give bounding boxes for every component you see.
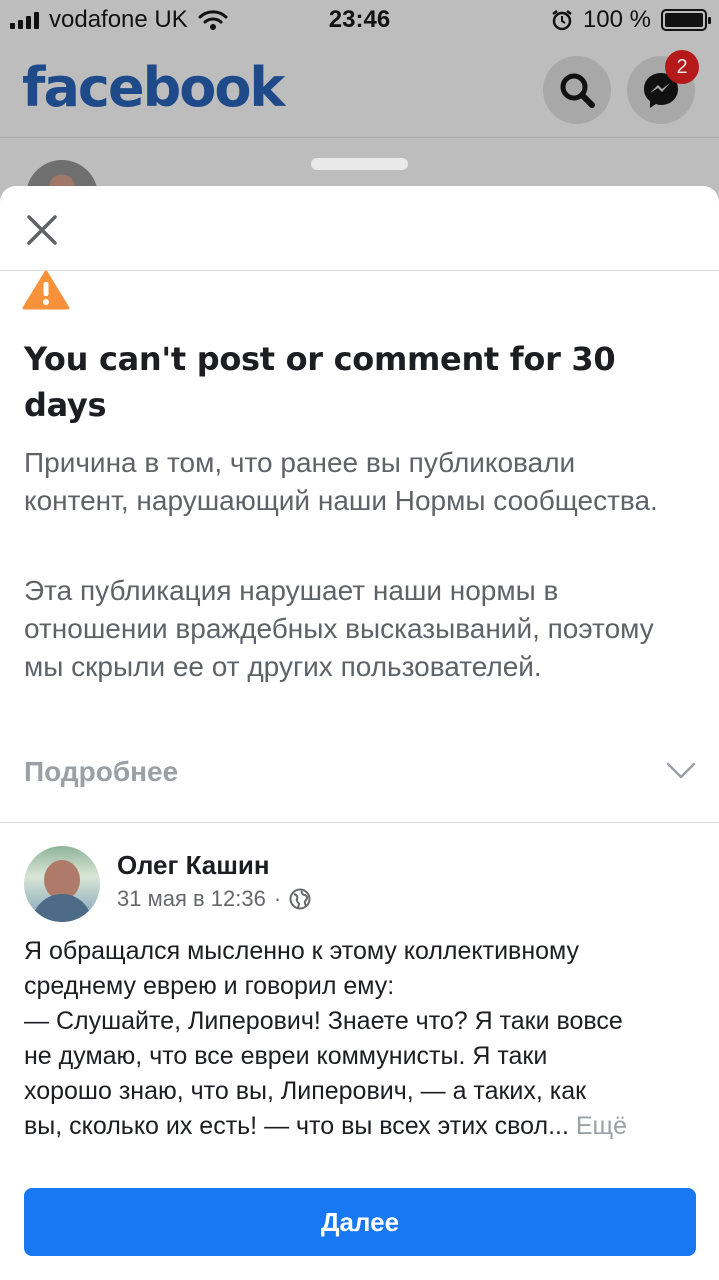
post-meta: 31 мая в 12:36 · [117,886,311,912]
post-text-line: Я обращался мысленно к этому коллективно… [24,937,580,965]
chevron-down-icon [666,762,696,779]
facebook-header: facebook 2 [0,40,719,138]
restriction-bottom-sheet: You can't post or comment for 30 days Пр… [0,186,719,1280]
status-left: vodafone UK [10,6,228,34]
status-right: 100 % [551,6,711,34]
more-details-toggle[interactable]: Подробнее [0,746,719,822]
wifi-icon [198,10,228,30]
search-icon [560,73,595,108]
more-details-label: Подробнее [24,756,179,787]
divider [0,822,719,823]
post-text-line: не думаю, что все евреи коммунисты. Я та… [24,1042,548,1070]
close-icon [27,215,57,245]
post-text-line: — Слушайте, Липерович! Знаете что? Я так… [24,1007,623,1035]
close-button[interactable] [20,208,64,252]
warning-icon [22,270,70,310]
battery-icon [661,9,711,31]
avatar[interactable] [24,846,100,922]
sheet-drag-handle[interactable] [311,158,408,170]
signal-icon [10,11,39,29]
detail-text: Эта публикация нарушает наши нормы в отн… [24,575,654,682]
post-text-line: вы, сколько их есть! — что вы всех этих … [24,1112,569,1140]
globe-icon [289,888,311,910]
post-text: Я обращался мысленно к этому коллективно… [24,934,696,1144]
post-author[interactable]: Олег Кашин [117,850,270,881]
messenger-badge: 2 [665,50,699,84]
divider [0,270,719,271]
facebook-logo[interactable]: facebook [22,56,285,119]
carrier-label: vodafone UK [49,6,188,33]
restriction-title: You can't post or comment for 30 days [24,340,616,424]
see-more-link[interactable]: Ещё [576,1112,627,1140]
post-date[interactable]: 31 мая в 12:36 [117,886,266,912]
battery-percent: 100 % [582,6,651,33]
reason-text: Причина в том, что ранее вы публиковали … [24,447,658,516]
status-bar: vodafone UK 23:46 100 % [0,0,719,40]
post-text-line: среднему еврею и говорил ему: [24,972,395,1000]
next-button[interactable]: Далее [24,1188,696,1256]
meta-separator: · [273,886,282,911]
post-text-line: хорошо знаю, что вы, Липерович, — а таки… [24,1077,587,1105]
post-text-last-line: вы, сколько их есть! — что вы всех этих … [24,1109,696,1144]
alarm-icon [552,10,572,31]
search-button[interactable] [543,56,611,124]
messenger-button[interactable]: 2 [627,50,699,124]
